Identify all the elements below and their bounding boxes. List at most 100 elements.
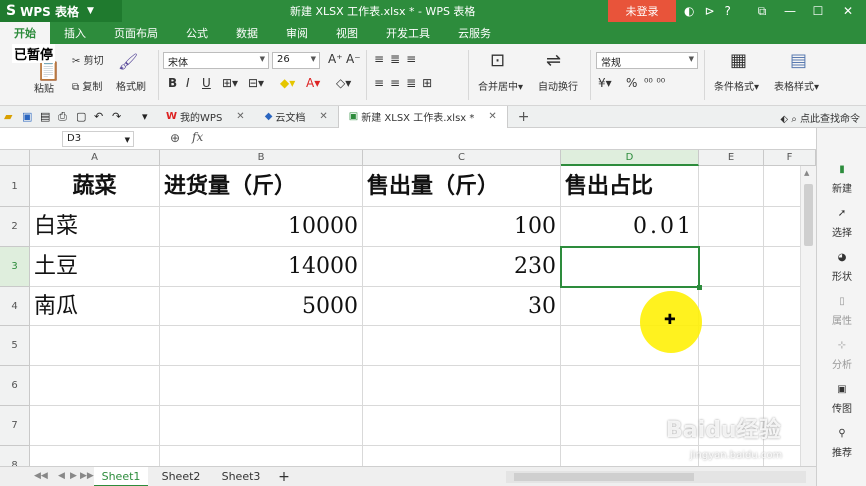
save-icon[interactable]: ▣ xyxy=(22,110,36,124)
formula-input[interactable] xyxy=(218,131,798,147)
cell-B6[interactable] xyxy=(160,366,363,406)
row-header[interactable]: 1 xyxy=(0,166,30,207)
sidebar-item-select[interactable]: ➚ 选择 xyxy=(817,208,866,239)
column-header[interactable]: F xyxy=(764,150,816,166)
cell-B4[interactable]: 5000 xyxy=(160,287,363,326)
maximize-icon[interactable]: ☐ xyxy=(804,0,832,22)
cell-C4[interactable]: 30 xyxy=(363,287,561,326)
tab-cloud[interactable]: 云服务 xyxy=(444,22,505,44)
cell-E4[interactable] xyxy=(699,287,764,326)
column-header[interactable]: A xyxy=(30,150,160,166)
wrap-text-icon[interactable]: ⇌ xyxy=(546,50,561,71)
brush-icon[interactable]: 🖌 xyxy=(118,52,138,71)
login-button[interactable]: 未登录 xyxy=(608,0,676,22)
cell-A7[interactable] xyxy=(30,406,160,446)
cell-D1[interactable]: 售出占比 xyxy=(561,166,699,207)
cell-B5[interactable] xyxy=(160,326,363,366)
currency-icon[interactable]: ¥▾ xyxy=(598,76,612,90)
cell-B8[interactable] xyxy=(160,446,363,466)
cell-D8[interactable] xyxy=(561,446,699,466)
cell-C6[interactable] xyxy=(363,366,561,406)
tab-cloud-docs[interactable]: ◆ 云文档 ✕ xyxy=(255,106,338,128)
zoom-icon[interactable]: ⊕ xyxy=(170,131,180,145)
auto-wrap-button[interactable]: 自动换行 xyxy=(538,78,578,93)
cell-D3[interactable] xyxy=(561,247,699,287)
close-icon[interactable]: ✕ xyxy=(236,111,244,122)
copy-button[interactable]: ⧉ 复制 xyxy=(72,78,102,93)
scroll-up-icon[interactable]: ▲ xyxy=(804,169,809,177)
merge-center-icon[interactable]: ⊡ xyxy=(490,50,505,71)
next-sheet-icon[interactable]: ▶ xyxy=(70,471,77,481)
sheet-tab-sheet3[interactable]: Sheet3 xyxy=(214,467,268,486)
merge-border-icon[interactable]: ⊟▾ xyxy=(248,76,264,90)
last-sheet-icon[interactable]: ▶▶ xyxy=(80,471,94,481)
format-painter-button[interactable]: 格式刷 xyxy=(116,78,146,93)
vertical-scrollbar[interactable]: ▲ xyxy=(800,166,816,466)
prev-sheet-icon[interactable]: ◀ xyxy=(58,471,65,481)
cut-button[interactable]: ✂ 剪切 xyxy=(72,52,104,67)
cell-C8[interactable] xyxy=(363,446,561,466)
cell-D2[interactable]: 0.01 xyxy=(561,207,699,247)
decrease-font-icon[interactable]: A⁻ xyxy=(346,52,361,66)
cell-A5[interactable] xyxy=(30,326,160,366)
add-sheet-icon[interactable]: + xyxy=(272,467,296,486)
percent-button[interactable]: % xyxy=(626,76,637,90)
vertical-align-icons[interactable]: ≡≣≡ xyxy=(374,52,422,66)
undo-icon[interactable]: ↶ xyxy=(94,110,108,124)
increase-font-icon[interactable]: A⁺ xyxy=(328,52,343,66)
cell-E6[interactable] xyxy=(699,366,764,406)
sidebar-item-recommend[interactable]: ⚲ 推荐 xyxy=(817,428,866,459)
fx-button[interactable]: fx xyxy=(192,130,203,144)
font-color-icon[interactable]: A▾ xyxy=(306,76,320,90)
sidebar-item-analysis[interactable]: ⊹ 分析 xyxy=(817,340,866,371)
paste-button[interactable]: 粘贴 xyxy=(34,80,54,95)
row-header[interactable]: 6 xyxy=(0,366,30,406)
number-format-select[interactable]: 常规 ▼ xyxy=(596,52,698,69)
fill-handle[interactable] xyxy=(697,285,702,290)
cell-C3[interactable]: 230 xyxy=(363,247,561,287)
app-menu-button[interactable]: S WPS 表格 ▼ xyxy=(0,0,122,22)
cell-B1[interactable]: 进货量（斤） xyxy=(160,166,363,207)
minimize-icon[interactable]: — xyxy=(776,0,804,22)
table-style-icon[interactable]: ▤ xyxy=(790,50,807,71)
cell-C5[interactable] xyxy=(363,326,561,366)
column-header[interactable]: D xyxy=(561,150,699,166)
select-all-corner[interactable] xyxy=(0,150,30,166)
search-command[interactable]: ⬖ ⌕ 点此查找命令 xyxy=(780,110,860,125)
cell-C1[interactable]: 售出量（斤） xyxy=(363,166,561,207)
font-name-select[interactable]: 宋体 ▼ xyxy=(163,52,269,69)
open-folder-icon[interactable]: ▰ xyxy=(4,110,18,124)
table-style-button[interactable]: 表格样式▾ xyxy=(774,78,819,93)
row-header[interactable]: 5 xyxy=(0,326,30,366)
cell-A3[interactable]: 土豆 xyxy=(30,247,160,287)
sidebar-item-shape[interactable]: ◕ 形状 xyxy=(817,252,866,283)
row-header[interactable]: 8 xyxy=(0,446,30,466)
sidebar-item-properties[interactable]: ▯ 属性 xyxy=(817,296,866,327)
close-icon[interactable]: ✕ xyxy=(319,111,327,122)
tab-review[interactable]: 审阅 xyxy=(272,22,322,44)
print-icon[interactable]: ⎙ xyxy=(58,110,72,124)
clear-format-icon[interactable]: ◇▾ xyxy=(336,76,351,90)
column-header[interactable]: B xyxy=(160,150,363,166)
merge-center-button[interactable]: 合并居中▾ xyxy=(478,78,523,93)
tab-developer[interactable]: 开发工具 xyxy=(372,22,444,44)
cell-A1[interactable]: 蔬菜 xyxy=(30,166,160,207)
tab-formulas[interactable]: 公式 xyxy=(172,22,222,44)
cell-A6[interactable] xyxy=(30,366,160,406)
print-preview-icon[interactable]: ▢ xyxy=(76,110,90,124)
redo-icon[interactable]: ↷ xyxy=(112,110,126,124)
skin-icon[interactable]: ◐ xyxy=(684,4,694,18)
fill-color-icon[interactable]: ◆▾ xyxy=(280,76,295,90)
border-icon[interactable]: ⊞▾ xyxy=(222,76,238,90)
decimal-icons[interactable]: ⁰⁰ ⁰⁰ xyxy=(644,76,665,89)
sidebar-item-upload-image[interactable]: ▣ 传图 xyxy=(817,384,866,415)
chevron-down-icon[interactable]: ▾ xyxy=(142,110,156,124)
column-header[interactable]: C xyxy=(363,150,561,166)
cell-E1[interactable] xyxy=(699,166,764,207)
cell-E2[interactable] xyxy=(699,207,764,247)
cell-C7[interactable] xyxy=(363,406,561,446)
close-icon[interactable]: ✕ xyxy=(488,111,496,122)
tab-data[interactable]: 数据 xyxy=(222,22,272,44)
horizontal-scrollbar[interactable] xyxy=(506,471,806,483)
column-header[interactable]: E xyxy=(699,150,764,166)
